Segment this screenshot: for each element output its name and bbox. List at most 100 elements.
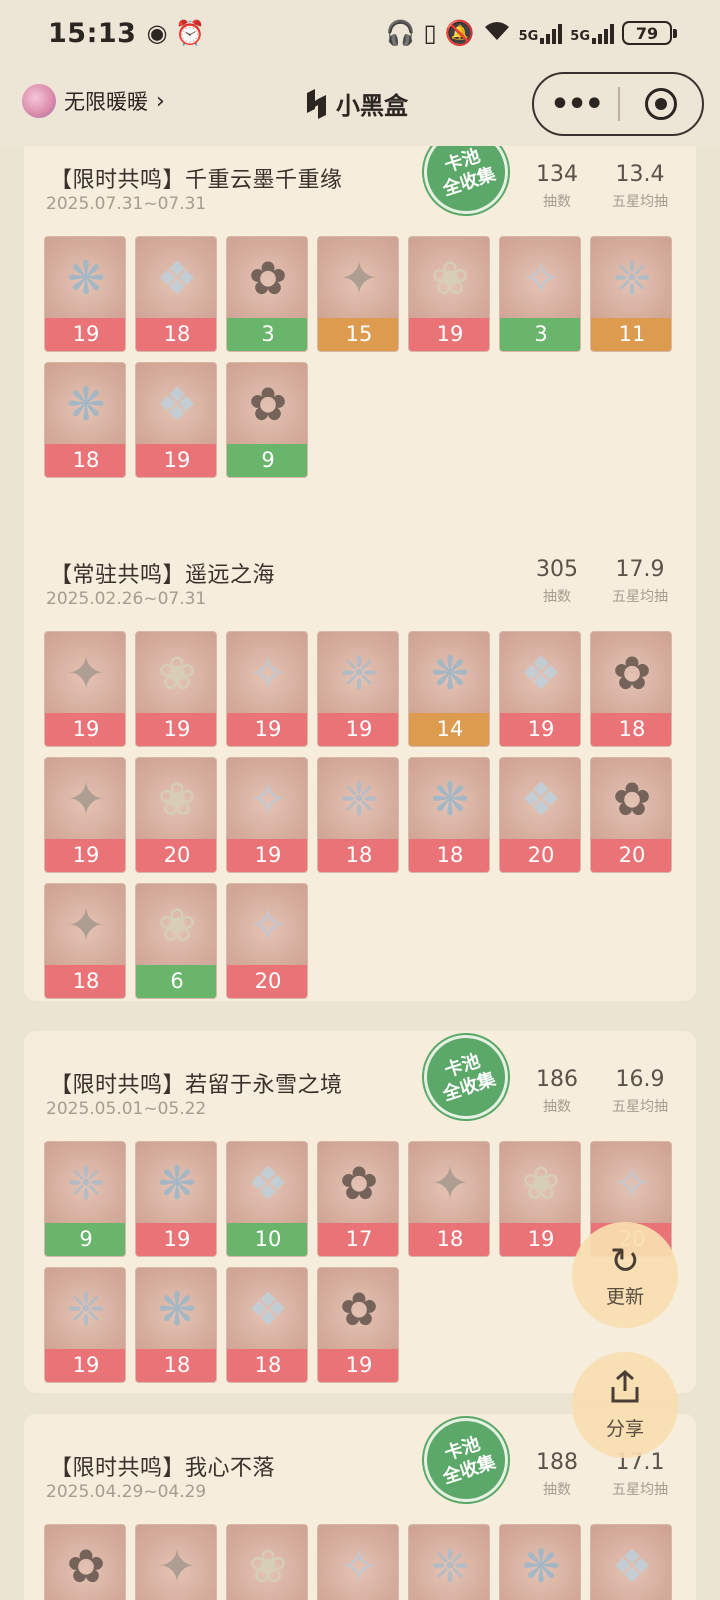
outfit-item[interactable]: ❖ 19 (499, 631, 581, 747)
outfit-item[interactable]: ✿ (44, 1524, 126, 1600)
outfit-item[interactable]: ❋ 18 (44, 362, 126, 478)
outfit-item[interactable]: ❋ (499, 1524, 581, 1600)
outfit-item[interactable]: ✦ 19 (44, 631, 126, 747)
outfit-piece-image: ✧ (339, 1539, 379, 1593)
outfit-item[interactable]: ✿ 3 (226, 236, 308, 352)
outfit-item[interactable]: ✧ 3 (499, 236, 581, 352)
outfit-item[interactable]: ✦ 19 (44, 757, 126, 873)
refresh-button[interactable]: ↻ 更新 (572, 1222, 678, 1328)
outfit-item[interactable]: ✦ 18 (408, 1141, 490, 1257)
outfit-item[interactable]: ❈ (408, 1524, 490, 1600)
outfit-piece-image: ✦ (157, 1539, 197, 1593)
outfit-piece-image: ✿ (248, 377, 288, 431)
avg-draws-stat: 13.4 五星均抽 (600, 162, 680, 211)
outfit-item[interactable]: ✿ 19 (317, 1267, 399, 1383)
outfit-item[interactable]: ✧ (317, 1524, 399, 1600)
outfit-item[interactable]: ❈ 11 (590, 236, 672, 352)
outfit-item[interactable]: ❈ 18 (317, 757, 399, 873)
outfit-item[interactable]: ✧ 19 (226, 757, 308, 873)
outfit-item[interactable]: ❖ 18 (226, 1267, 308, 1383)
outfit-item[interactable]: ❋ 14 (408, 631, 490, 747)
outfit-item[interactable]: ✦ (135, 1524, 217, 1600)
outfit-item[interactable]: ❀ 19 (408, 236, 490, 352)
stat-label: 抽数 (543, 1099, 571, 1115)
stat-label: 抽数 (543, 1482, 571, 1498)
outfit-piece-image: ❀ (157, 898, 197, 952)
outfit-item[interactable]: ❀ 6 (135, 883, 217, 999)
pull-count-badge: 18 (136, 318, 216, 351)
battery-icon: 79 (622, 21, 677, 45)
nav-bar: 无限暖暖 › 小黑盒 ••• (0, 66, 720, 146)
draws-stat: 134 抽数 (532, 162, 582, 211)
avg-draws-stat: 16.9 五星均抽 (600, 1067, 680, 1116)
outfit-item[interactable]: ❋ 18 (408, 757, 490, 873)
outfit-item[interactable]: ❀ (226, 1524, 308, 1600)
pull-count-badge: 15 (318, 318, 398, 351)
outfit-piece-image: ✿ (66, 1539, 106, 1593)
outfit-piece-image: ❖ (247, 1282, 289, 1336)
cellular-signal-icon: 5G (519, 22, 563, 44)
outfit-item[interactable]: ❈ 19 (317, 631, 399, 747)
outfit-item[interactable]: ❖ 20 (499, 757, 581, 873)
outfit-item[interactable]: ✦ 15 (317, 236, 399, 352)
game-account-switcher[interactable]: 无限暖暖 › (22, 84, 165, 118)
outfit-piece-image: ❀ (157, 772, 197, 826)
mute-icon: 🔕 (444, 19, 475, 47)
outfit-piece-image: ❈ (339, 772, 379, 826)
pull-count-badge: 18 (591, 713, 671, 746)
outfit-piece-image: ✦ (66, 898, 106, 952)
outfit-item[interactable]: ❋ 19 (135, 1141, 217, 1257)
pull-count-badge: 18 (409, 1223, 489, 1256)
outfit-piece-image: ❖ (520, 772, 562, 826)
close-miniprogram-button[interactable] (620, 88, 702, 120)
pull-count-badge: 18 (45, 444, 125, 477)
outfit-piece-image: ❖ (520, 646, 562, 700)
pool-card[interactable]: 【限时共鸣】若留于永雪之境 2025.05.01~05.22 卡池 全收集 186 抽数 1… (24, 1024, 696, 1393)
outfit-piece-image: ❖ (156, 377, 198, 431)
outfit-item[interactable]: ❋ 19 (44, 236, 126, 352)
outfit-piece-image: ✿ (339, 1282, 379, 1336)
outfit-item[interactable]: ✦ 18 (44, 883, 126, 999)
outfit-item[interactable]: ❈ 19 (44, 1267, 126, 1383)
outfit-item[interactable]: ✿ 18 (590, 631, 672, 747)
outfit-piece-image: ❋ (430, 646, 470, 700)
outfit-item[interactable]: ✧ 20 (226, 883, 308, 999)
stat-label: 五星均抽 (612, 1099, 668, 1115)
pull-count-badge: 20 (227, 965, 307, 998)
outfit-item[interactable]: ❖ 18 (135, 236, 217, 352)
outfit-item[interactable]: ✿ 20 (590, 757, 672, 873)
more-menu-button[interactable]: ••• (534, 87, 618, 122)
outfit-piece-image: ❈ (66, 1156, 106, 1210)
pull-count-badge: 19 (227, 839, 307, 872)
outfit-piece-image: ✧ (248, 646, 288, 700)
app-title: 小黑盒 (304, 86, 408, 121)
outfit-piece-image: ❖ (247, 1156, 289, 1210)
status-time: 15:13 (48, 17, 137, 49)
outfit-item[interactable]: ✿ 9 (226, 362, 308, 478)
vibrate-icon: ▯ (423, 19, 437, 47)
outfit-item[interactable]: ❖ 10 (226, 1141, 308, 1257)
outfit-item[interactable]: ✧ 19 (226, 631, 308, 747)
outfit-item[interactable]: ✿ 17 (317, 1141, 399, 1257)
pool-date-range: 2025.02.26~07.31 (46, 589, 207, 609)
pool-card[interactable]: 【常驻共鸣】遥远之海 2025.02.26~07.31 305 抽数 17.9 五星均抽 ✦… (24, 521, 696, 1001)
outfit-item[interactable]: ❋ 18 (135, 1267, 217, 1383)
outfit-piece-image: ❋ (66, 251, 106, 305)
outfit-item[interactable]: ❈ 9 (44, 1141, 126, 1257)
stat-label: 五星均抽 (612, 589, 668, 605)
pool-title: 【限时共鸣】若留于永雪之境 (50, 1073, 343, 1098)
collection-complete-stamp: 卡池 全收集 (413, 146, 519, 225)
outfit-item[interactable]: ❀ 19 (135, 631, 217, 747)
outfit-item[interactable]: ❀ 20 (135, 757, 217, 873)
outfit-item[interactable]: ❀ 19 (499, 1141, 581, 1257)
xiaoheihe-logo-icon (304, 88, 330, 119)
share-button[interactable]: 分享 (572, 1352, 678, 1458)
stat-label: 抽数 (543, 194, 571, 210)
collection-complete-stamp: 卡池 全收集 (413, 1024, 519, 1130)
outfit-item[interactable]: ❖ (590, 1524, 672, 1600)
pull-count-badge: 19 (500, 713, 580, 746)
pool-date-range: 2025.07.31~07.31 (46, 194, 207, 214)
share-icon (607, 1369, 643, 1414)
outfit-piece-image: ❋ (430, 772, 470, 826)
outfit-item[interactable]: ❖ 19 (135, 362, 217, 478)
